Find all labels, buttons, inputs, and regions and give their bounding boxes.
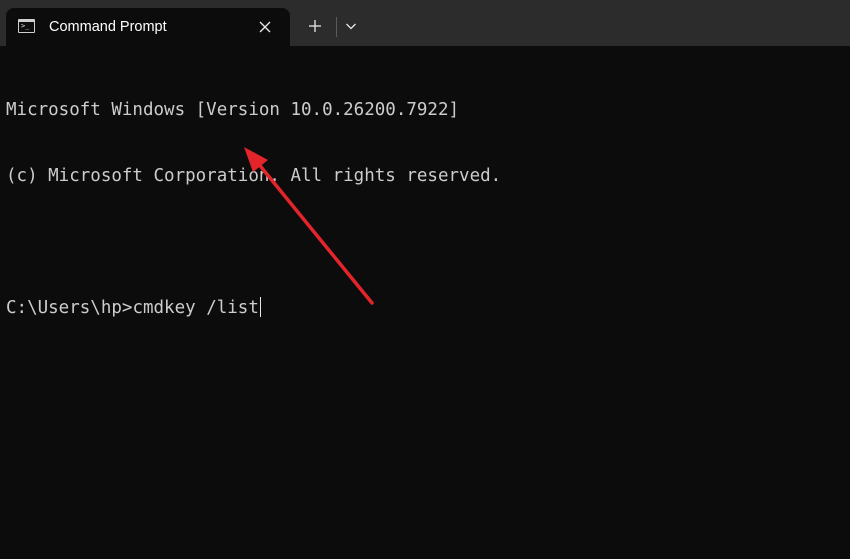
- plus-icon: [309, 20, 321, 32]
- new-tab-button[interactable]: [300, 12, 330, 40]
- console-line-version: Microsoft Windows [Version 10.0.26200.79…: [6, 100, 460, 120]
- console-input-line[interactable]: C:\Users\hp>cmdkey /list: [6, 297, 846, 319]
- close-icon: [259, 21, 271, 33]
- tab-dropdown-button[interactable]: [338, 12, 364, 40]
- console-command[interactable]: cmdkey /list: [132, 298, 258, 318]
- tab-title: Command Prompt: [49, 19, 167, 35]
- tab-command-prompt[interactable]: >_ Command Prompt: [6, 8, 290, 46]
- console-output[interactable]: Microsoft Windows [Version 10.0.26200.79…: [6, 55, 846, 363]
- chevron-down-icon: [346, 23, 356, 30]
- console-line-copyright: (c) Microsoft Corporation. All rights re…: [6, 166, 502, 186]
- close-tab-button[interactable]: [254, 16, 276, 38]
- console-prompt: C:\Users\hp>: [6, 298, 133, 318]
- terminal-window: >_ Command Prompt Microsoft Windows [Ver…: [0, 0, 850, 559]
- text-cursor: [259, 297, 261, 317]
- tab-bar: >_ Command Prompt: [0, 0, 850, 46]
- console-icon: >_: [18, 19, 35, 33]
- tabbar-divider: [336, 17, 337, 37]
